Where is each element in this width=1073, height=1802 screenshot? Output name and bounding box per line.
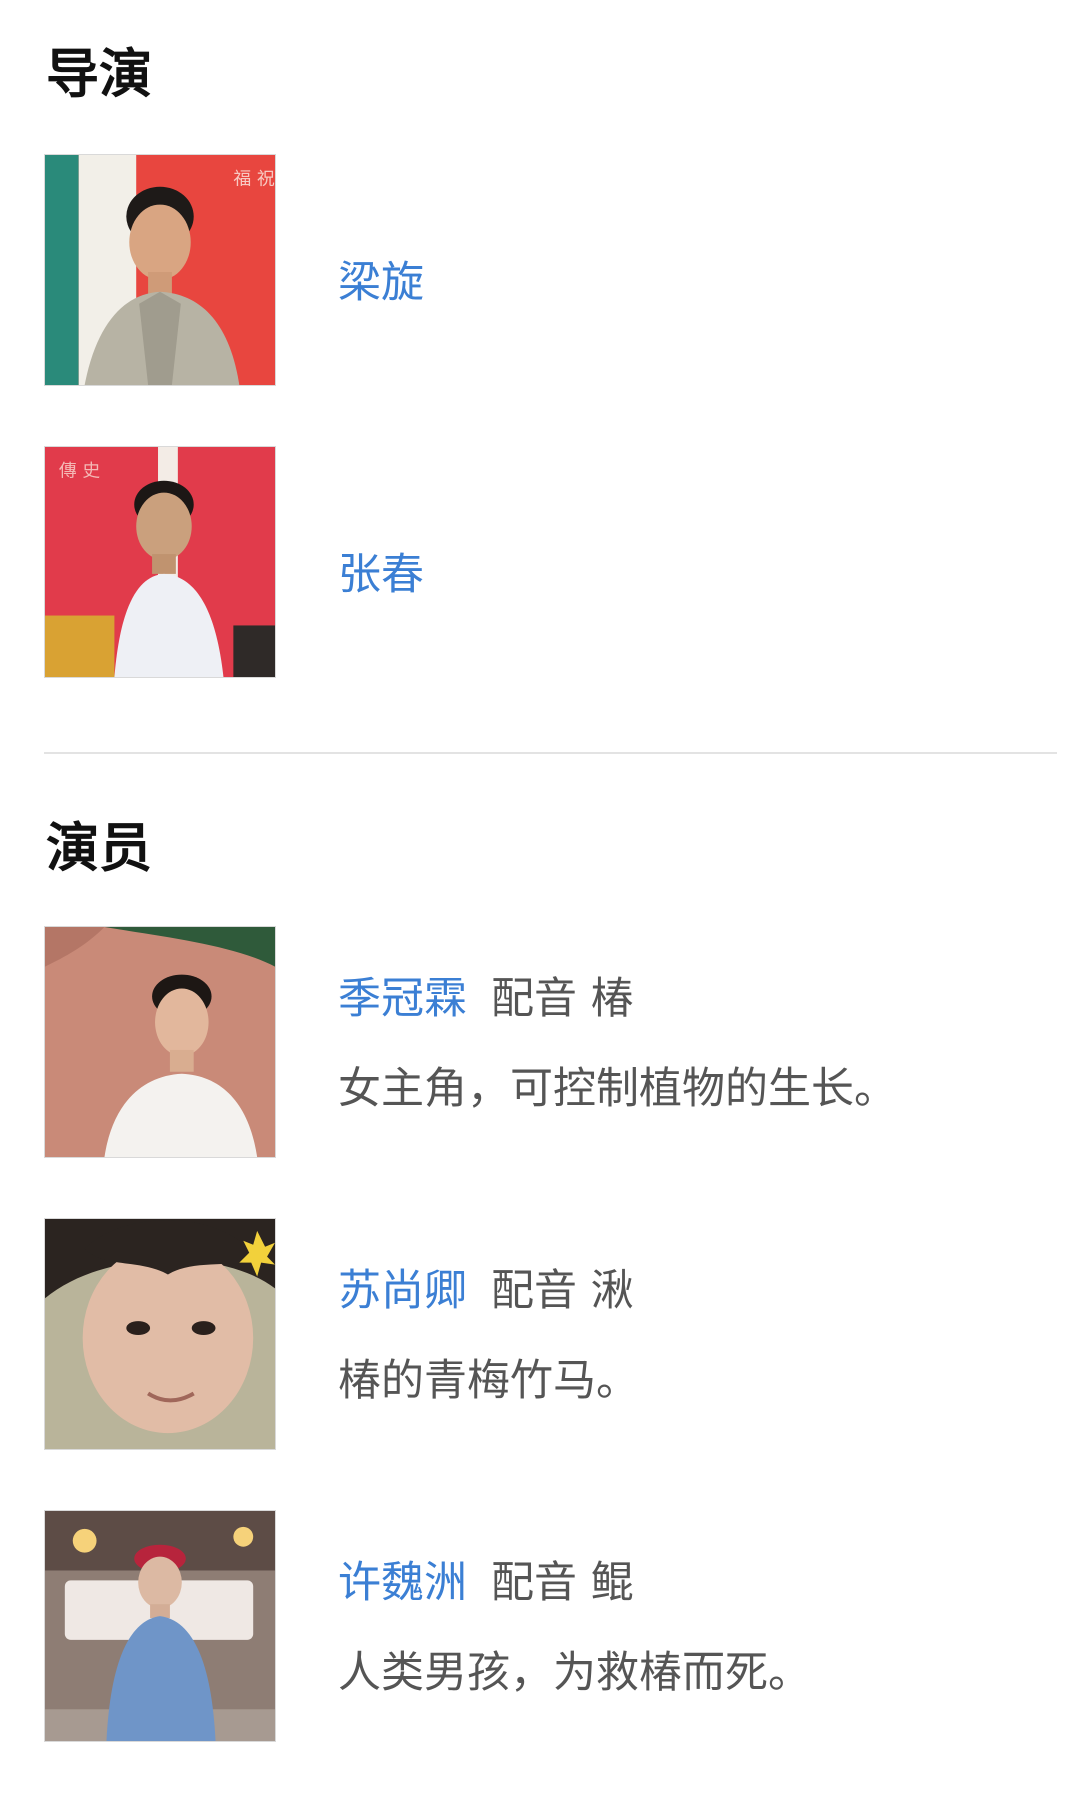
actor-avatar-xu-weizhou[interactable] <box>44 1510 276 1742</box>
actor-description: 椿的青梅竹马。 <box>338 1356 639 1406</box>
actor-role: 配音 湫 <box>491 1266 634 1316</box>
person-photo-icon: 傳 史 <box>45 447 275 677</box>
actor-role: 配音 椿 <box>491 974 634 1024</box>
director-avatar-zhang-chun[interactable]: 傳 史 <box>44 446 276 678</box>
actor-description: 女主角，可控制植物的生长。 <box>338 1064 897 1114</box>
actor-avatar-ji-guanlin[interactable] <box>44 926 276 1158</box>
person-photo-icon <box>45 927 275 1157</box>
section-divider <box>44 752 1057 754</box>
actor-name-link[interactable]: 许魏洲 <box>338 1558 467 1608</box>
person-photo-icon: 福 祝 <box>45 155 275 385</box>
director-name-link[interactable]: 张春 <box>338 554 424 597</box>
director-name-link[interactable]: 梁旋 <box>338 262 424 305</box>
actor-role: 配音 鲲 <box>491 1558 634 1608</box>
svg-text:傳 史: 傳 史 <box>59 461 100 482</box>
actor-credit-line: 苏尚卿 配音 湫 <box>338 1270 634 1313</box>
person-photo-icon <box>45 1511 275 1741</box>
actor-credit-line: 许魏洲 配音 鲲 <box>338 1562 634 1605</box>
directors-heading: 导演 <box>46 44 152 105</box>
actor-name-link[interactable]: 苏尚卿 <box>338 1266 467 1316</box>
svg-text:福 祝: 福 祝 <box>233 169 274 190</box>
actor-name-link[interactable]: 季冠霖 <box>338 974 467 1024</box>
person-photo-icon <box>45 1219 275 1449</box>
director-avatar-liang-xuan[interactable]: 福 祝 <box>44 154 276 386</box>
actors-heading: 演员 <box>46 818 152 879</box>
actor-credit-line: 季冠霖 配音 椿 <box>338 978 634 1021</box>
actor-description: 人类男孩，为救椿而死。 <box>338 1648 811 1698</box>
actor-avatar-su-shangqing[interactable] <box>44 1218 276 1450</box>
